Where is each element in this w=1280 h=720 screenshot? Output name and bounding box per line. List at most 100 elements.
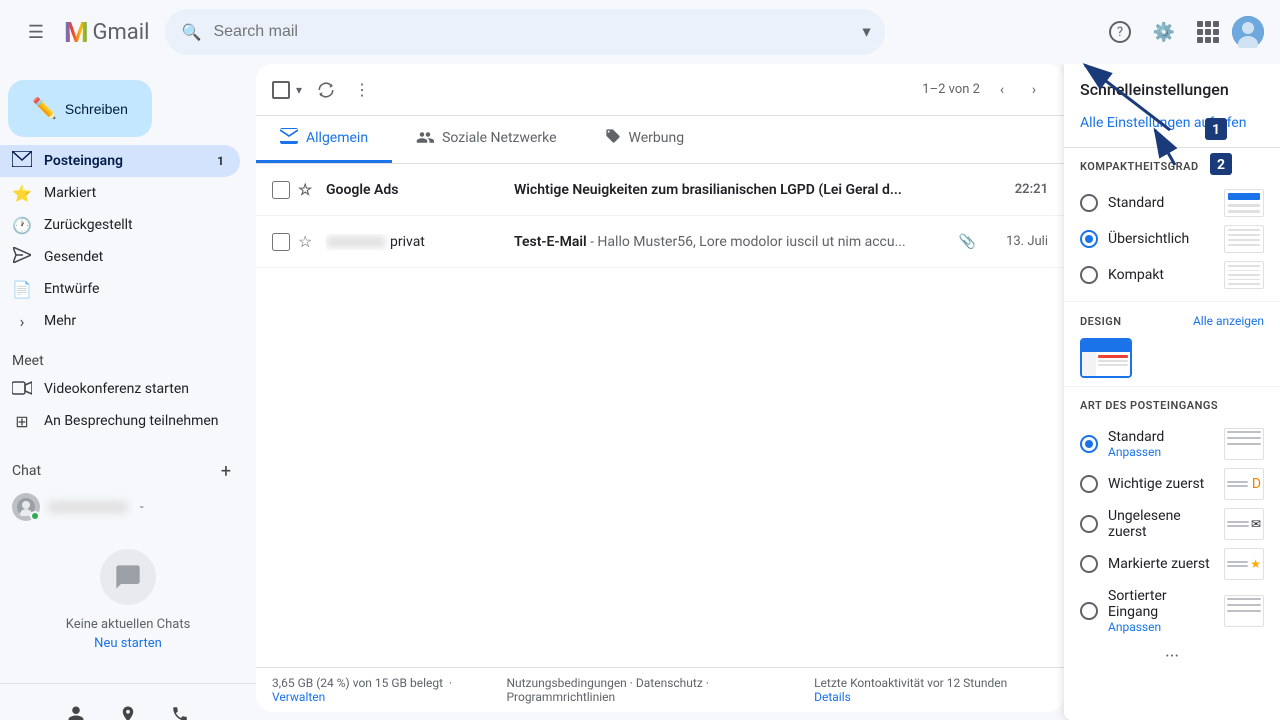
- inbox-wichtig-info: Wichtige zuerst: [1108, 476, 1214, 492]
- sidebar-item-markiert[interactable]: ⭐ Markiert: [0, 177, 240, 209]
- activity-info: Letzte Kontoaktivität vor 12 Stunden Det…: [814, 676, 1048, 704]
- star-button[interactable]: ☆: [298, 180, 318, 199]
- radio-inbox-standard[interactable]: [1080, 435, 1098, 453]
- chat-user-item[interactable]: -: [0, 489, 240, 525]
- preview-text: - Hallo Muster56, Lore modolor iuscil ut…: [590, 234, 906, 250]
- more-options-button[interactable]: ⋮: [346, 74, 378, 106]
- sidebar-item-besprechung[interactable]: ⊞ An Besprechung teilnehmen: [0, 405, 240, 437]
- inbox-option-ungelesen[interactable]: Ungelesene zuerst ✉: [1080, 504, 1264, 544]
- apps-button[interactable]: [1188, 12, 1228, 52]
- inbox-tabs: Allgemein Soziale Netzwerke Werbung: [256, 116, 1064, 164]
- radio-inbox-ungelesen[interactable]: [1080, 515, 1098, 533]
- email-time: 22:21: [988, 182, 1048, 197]
- tab-werbung-label: Werbung: [629, 130, 685, 146]
- radio-inbox-sortiert[interactable]: [1080, 602, 1098, 620]
- email-list: ☆ Google Ads Wichtige Neuigkeiten zum br…: [256, 164, 1064, 667]
- help-button[interactable]: ?: [1100, 12, 1140, 52]
- email-sender: privat: [326, 234, 506, 250]
- theme-preview[interactable]: [1080, 338, 1132, 378]
- contacts-button[interactable]: [58, 696, 94, 720]
- top-bar: ☰ M Gmail 🔍 ▼ ? ⚙️: [0, 0, 1280, 64]
- inbox-option-markierte[interactable]: Markierte zuerst ★: [1080, 544, 1264, 584]
- tab-soziale[interactable]: Soziale Netzwerke: [392, 116, 580, 163]
- refresh-button[interactable]: [310, 74, 342, 106]
- tag-icon: [605, 128, 621, 148]
- design-title: DESIGN: [1080, 315, 1122, 328]
- density-option-kompakt[interactable]: Kompakt: [1080, 257, 1264, 293]
- email-sender: Google Ads: [326, 182, 506, 198]
- all-settings-link[interactable]: Alle Einstellungen aufrufen: [1064, 107, 1280, 148]
- inbox-option-wichtig[interactable]: Wichtige zuerst D: [1080, 464, 1264, 504]
- radio-uebersichtlich[interactable]: [1080, 230, 1098, 248]
- manage-link[interactable]: Verwalten: [272, 690, 325, 704]
- hamburger-button[interactable]: ☰: [16, 12, 56, 52]
- inbox-standard-preview: [1224, 428, 1264, 460]
- tab-allgemein[interactable]: Allgemein: [256, 116, 392, 163]
- sidebar-item-posteingang[interactable]: Posteingang 1: [0, 145, 240, 177]
- details-link[interactable]: Details: [814, 690, 851, 704]
- user-avatar[interactable]: [1232, 16, 1264, 48]
- density-option-uebersichtlich[interactable]: Übersichtlich: [1080, 221, 1264, 257]
- table-row[interactable]: ☆ privat Test-E-Mail - Hallo Muster56, L…: [256, 216, 1064, 268]
- chat-add-button[interactable]: +: [212, 457, 240, 485]
- radio-inbox-wichtig[interactable]: [1080, 475, 1098, 493]
- radio-inbox-markierte[interactable]: [1080, 555, 1098, 573]
- status-bar: 3,65 GB (24 %) von 15 GB belegt · Verwal…: [256, 667, 1064, 712]
- tab-werbung[interactable]: Werbung: [581, 116, 709, 163]
- tab-allgemein-label: Allgemein: [306, 130, 368, 146]
- density-kompakt-preview: [1224, 261, 1264, 289]
- email-checkbox[interactable]: [272, 233, 290, 251]
- chat-label: Chat: [12, 463, 212, 479]
- inbox-option-sortiert[interactable]: Sortierter Eingang Anpassen: [1080, 584, 1264, 638]
- more-options-dots: ···: [1080, 638, 1264, 675]
- inbox-ungelesen-label: Ungelesene zuerst: [1108, 508, 1214, 540]
- table-row[interactable]: ☆ Google Ads Wichtige Neuigkeiten zum br…: [256, 164, 1064, 216]
- phone-button[interactable]: [162, 696, 198, 720]
- next-page-button[interactable]: ›: [1020, 76, 1048, 104]
- select-all-checkbox[interactable]: ▾: [272, 79, 306, 101]
- clock-icon: 🕐: [12, 216, 32, 235]
- checkbox-input[interactable]: [272, 81, 290, 99]
- zurueckgestellt-label: Zurückgestellt: [44, 217, 133, 233]
- activity-text: Letzte Kontoaktivität vor 12 Stunden: [814, 676, 1007, 690]
- checkbox-dropdown-icon[interactable]: ▾: [292, 79, 306, 101]
- chat-username: [48, 501, 128, 513]
- draft-icon: 📄: [12, 280, 32, 299]
- gmail-logo: M Gmail: [64, 16, 149, 49]
- apps-grid-icon: [1195, 19, 1221, 45]
- chat-bubble-icon: [114, 563, 142, 591]
- settings-button[interactable]: ⚙️: [1144, 12, 1184, 52]
- no-chats-link[interactable]: Neu starten: [94, 636, 162, 651]
- video-icon: [12, 380, 32, 399]
- inbox-option-standard[interactable]: Standard Anpassen: [1080, 424, 1264, 464]
- search-input[interactable]: [165, 9, 885, 55]
- google-m-icon: M: [64, 16, 89, 49]
- sidebar-item-mehr[interactable]: › Mehr: [0, 305, 240, 337]
- avatar-image: [1232, 16, 1264, 48]
- density-option-standard[interactable]: Standard: [1080, 185, 1264, 221]
- prev-page-button[interactable]: ‹: [988, 76, 1016, 104]
- inbox-wichtig-label: Wichtige zuerst: [1108, 476, 1214, 492]
- email-checkbox[interactable]: [272, 181, 290, 199]
- sidebar-item-entwuerfe[interactable]: 📄 Entwürfe: [0, 273, 240, 305]
- inbox-standard-info: Standard Anpassen: [1108, 429, 1214, 459]
- search-dropdown-icon[interactable]: ▼: [860, 24, 874, 41]
- inbox-sortiert-anpassen[interactable]: Anpassen: [1108, 620, 1214, 634]
- meet-section: Meet Videokonferenz starten ⊞ An Besprec…: [0, 337, 256, 445]
- sidebar-item-videokonferenz[interactable]: Videokonferenz starten: [0, 373, 240, 405]
- compose-button[interactable]: ✏️ Schreiben: [8, 80, 152, 137]
- sidebar-item-gesendet[interactable]: Gesendet: [0, 241, 240, 273]
- location-button[interactable]: [110, 696, 146, 720]
- density-uebersichtlich-preview: [1224, 225, 1264, 253]
- inbox-standard-anpassen[interactable]: Anpassen: [1108, 445, 1214, 459]
- star-button[interactable]: ☆: [298, 232, 318, 251]
- radio-kompakt[interactable]: [1080, 266, 1098, 284]
- videokonferenz-label: Videokonferenz starten: [44, 381, 189, 397]
- radio-standard[interactable]: [1080, 194, 1098, 212]
- page-nav: ‹ ›: [988, 76, 1048, 104]
- design-all-link[interactable]: Alle anzeigen: [1193, 314, 1264, 328]
- storage-text: 3,65 GB (24 %) von 15 GB belegt: [272, 676, 443, 690]
- sidebar-item-zurueckgestellt[interactable]: 🕐 Zurückgestellt: [0, 209, 240, 241]
- email-subject-line: Wichtige Neuigkeiten zum brasilianischen…: [514, 182, 980, 198]
- allgemein-icon: [280, 128, 298, 148]
